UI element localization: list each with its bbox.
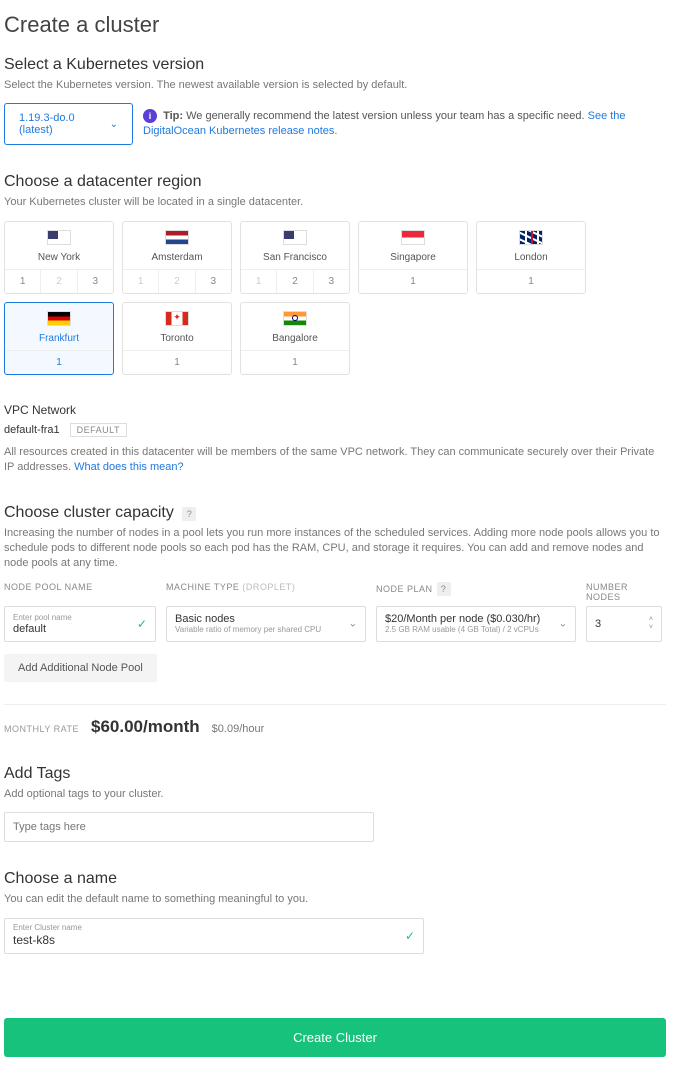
tags-heading: Add Tags [4,765,666,783]
zone-button[interactable]: 3 [314,270,349,293]
zone-button[interactable]: 3 [78,270,113,293]
step-up-icon[interactable]: ˄ [649,616,653,623]
col-plan: NODE PLAN? [376,582,576,602]
col-num: NUMBER NODES [586,582,662,602]
version-selected-label: 1.19.3-do.0 (latest) [19,112,82,136]
name-sub: You can edit the default name to somethi… [4,892,666,907]
zone-button: 2 [41,270,77,293]
default-badge: DEFAULT [70,423,127,437]
cluster-name-input[interactable]: Enter Cluster name test-k8s ✓ [4,918,424,954]
tags-input[interactable] [4,812,374,842]
flag-icon [165,311,189,326]
machine-type-select[interactable]: Basic nodes Variable ratio of memory per… [166,606,366,642]
region-name: San Francisco [241,252,349,263]
vpc-help-link[interactable]: What does this mean? [74,461,183,473]
zone-button: 1 [241,270,277,293]
chevron-down-icon: ⌄ [110,119,118,130]
region-card[interactable]: Bangalore 1 [240,302,350,375]
col-machine: MACHINE TYPE (DROPLET) [166,582,366,602]
vpc-heading: VPC Network [4,403,666,417]
zone-button: 2 [159,270,195,293]
zone-button[interactable]: 1 [241,351,349,374]
version-select[interactable]: 1.19.3-do.0 (latest) ⌄ [4,103,133,145]
zone-button[interactable]: 3 [196,270,231,293]
zone-button[interactable]: 1 [477,270,585,293]
capacity-section: Choose cluster capacity ? Increasing the… [4,504,666,737]
region-name: Bangalore [241,333,349,344]
zone-button: 1 [123,270,159,293]
region-card[interactable]: Toronto 1 [122,302,232,375]
flag-icon [47,230,71,245]
region-name: New York [5,252,113,263]
region-card[interactable]: London 1 [476,221,586,294]
vpc-name: default-fra1 [4,424,60,436]
region-name: Singapore [359,252,467,263]
help-icon[interactable]: ? [182,507,196,521]
chevron-down-icon: ⌄ [559,618,567,629]
capacity-sub: Increasing the number of nodes in a pool… [4,526,666,572]
region-section: Choose a datacenter region Your Kubernet… [4,173,666,374]
version-heading: Select a Kubernetes version [4,56,666,74]
zone-button[interactable]: 1 [5,351,113,374]
region-card[interactable]: Singapore 1 [358,221,468,294]
flag-icon [519,230,543,245]
flag-icon [283,311,307,326]
version-section: Select a Kubernetes version Select the K… [4,56,666,145]
region-card[interactable]: New York 123 [4,221,114,294]
flag-icon [165,230,189,245]
add-node-pool-button[interactable]: Add Additional Node Pool [4,654,157,682]
capacity-heading: Choose cluster capacity ? [4,504,666,522]
number-nodes-input[interactable]: 3 ˄˅ [586,606,662,642]
flag-icon [283,230,307,245]
create-cluster-button[interactable]: Create Cluster [4,1018,666,1057]
tags-sub: Add optional tags to your cluster. [4,787,666,802]
tags-section: Add Tags Add optional tags to your clust… [4,765,666,842]
flag-icon [47,311,71,326]
vpc-desc: All resources created in this datacenter… [4,445,666,476]
col-pool-name: NODE POOL NAME [4,582,156,602]
version-sub: Select the Kubernetes version. The newes… [4,78,666,93]
check-icon: ✓ [405,929,415,943]
divider [4,704,666,705]
region-heading: Choose a datacenter region [4,173,666,191]
zone-button[interactable]: 1 [359,270,467,293]
region-name: London [477,252,585,263]
pool-name-input[interactable]: Enter pool name default ✓ [4,606,156,642]
vpc-section: VPC Network default-fra1 DEFAULT All res… [4,403,666,476]
chevron-down-icon: ⌄ [349,618,357,629]
zone-button[interactable]: 2 [277,270,313,293]
name-heading: Choose a name [4,870,666,888]
zone-button[interactable]: 1 [123,351,231,374]
region-card[interactable]: San Francisco 123 [240,221,350,294]
region-card[interactable]: Amsterdam 123 [122,221,232,294]
region-name: Amsterdam [123,252,231,263]
step-down-icon[interactable]: ˅ [649,624,653,631]
zone-button[interactable]: 1 [5,270,41,293]
region-sub: Your Kubernetes cluster will be located … [4,195,666,210]
name-section: Choose a name You can edit the default n… [4,870,666,953]
help-icon[interactable]: ? [437,582,451,596]
region-card[interactable]: Frankfurt 1 [4,302,114,375]
node-plan-select[interactable]: $20/Month per node ($0.030/hr) 2.5 GB RA… [376,606,576,642]
info-icon: i [143,109,157,123]
check-icon: ✓ [137,617,147,631]
flag-icon [401,230,425,245]
region-name: Frankfurt [5,333,113,344]
monthly-rate: MONTHLY RATE $60.00/month $0.09/hour [4,717,666,737]
region-name: Toronto [123,333,231,344]
page-title: Create a cluster [4,12,666,38]
version-tip: i Tip: We generally recommend the latest… [143,109,666,140]
